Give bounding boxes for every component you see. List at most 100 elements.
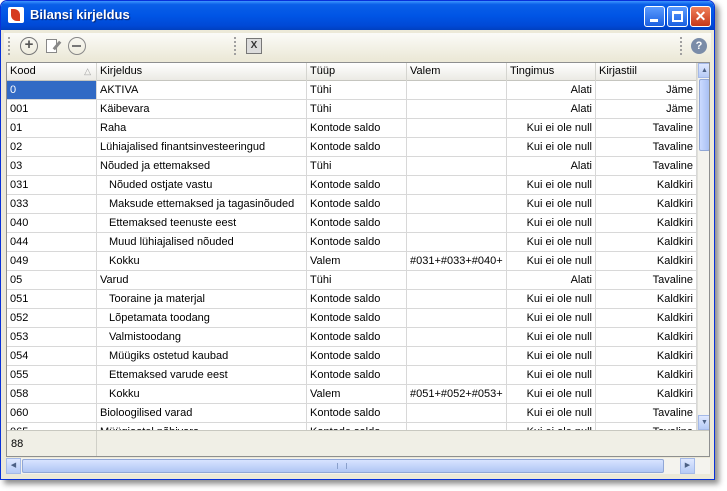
table-row[interactable]: 02 Lühiajalised finantsinvesteeringud Kont… [7, 138, 697, 157]
cell-kirjeldus[interactable]: Kokku [97, 385, 307, 404]
cell-kirjeldus[interactable]: Bioloogilised varad [97, 404, 307, 423]
cell-kood[interactable]: 01 [7, 119, 97, 138]
cell-tyyp[interactable]: Tühi [307, 100, 407, 119]
cell-tingimus[interactable]: Kui ei ole null [507, 195, 596, 214]
table-row[interactable]: 049 Kokku Valem #031+#033+#040+ Kui ei ole n… [7, 252, 697, 271]
maximize-button[interactable] [667, 6, 688, 27]
help-icon[interactable]: ? [691, 38, 707, 54]
cell-tyyp[interactable]: Kontode saldo [307, 404, 407, 423]
cell-kood[interactable]: 052 [7, 309, 97, 328]
cell-valem[interactable] [407, 81, 507, 100]
cell-tingimus[interactable]: Kui ei ole null [507, 385, 596, 404]
cell-tyyp[interactable]: Tühi [307, 157, 407, 176]
cell-kood[interactable]: 031 [7, 176, 97, 195]
table-row[interactable]: 01 Raha Kontode saldo Kui ei ole null Tavali… [7, 119, 697, 138]
cell-kirjeldus[interactable]: Lühiajalised finantsinvesteeringud [97, 138, 307, 157]
cell-tyyp[interactable]: Kontode saldo [307, 119, 407, 138]
toolbar-grip-2[interactable] [234, 37, 237, 55]
cell-valem[interactable]: #051+#052+#053+ [407, 385, 507, 404]
edit-icon[interactable] [44, 37, 62, 55]
cell-tingimus[interactable]: Kui ei ole null [507, 233, 596, 252]
cell-kood[interactable]: 049 [7, 252, 97, 271]
cell-valem[interactable] [407, 138, 507, 157]
cell-kood[interactable]: 001 [7, 100, 97, 119]
cell-kirjastiil[interactable]: Tavaline [596, 271, 697, 290]
cell-kirjastiil[interactable]: Kaldkiri [596, 385, 697, 404]
cell-kood[interactable]: 02 [7, 138, 97, 157]
cell-valem[interactable] [407, 100, 507, 119]
cell-kood[interactable]: 055 [7, 366, 97, 385]
column-header-kood[interactable]: Kood △ [7, 63, 97, 81]
cell-tyyp[interactable]: Kontode saldo [307, 309, 407, 328]
table-row[interactable]: 05 Varud Tühi Alati Tavaline [7, 271, 697, 290]
cell-kood[interactable]: 05 [7, 271, 97, 290]
cell-valem[interactable] [407, 271, 507, 290]
cell-kirjastiil[interactable]: Jäme [596, 100, 697, 119]
toolbar-grip-3[interactable] [680, 37, 683, 55]
cell-kood[interactable]: 040 [7, 214, 97, 233]
cell-tyyp[interactable]: Kontode saldo [307, 214, 407, 233]
cell-kood[interactable]: 054 [7, 347, 97, 366]
horizontal-scrollbar[interactable]: ◀ ▶ [6, 458, 710, 474]
cell-kirjastiil[interactable]: Tavaline [596, 423, 697, 430]
cell-kirjeldus[interactable]: Nõuded ostjate vastu [97, 176, 307, 195]
cell-kirjastiil[interactable]: Kaldkiri [596, 328, 697, 347]
cell-kirjeldus[interactable]: Müügiootel põhivara [97, 423, 307, 430]
title-bar[interactable]: Bilansi kirjeldus ✕ [1, 1, 714, 30]
cell-kirjeldus[interactable]: Ettemaksed teenuste eest [97, 214, 307, 233]
cell-tyyp[interactable]: Kontode saldo [307, 290, 407, 309]
cell-valem[interactable] [407, 347, 507, 366]
column-header-kirjastiil[interactable]: Kirjastiil [596, 63, 697, 81]
cell-kirjeldus[interactable]: Lõpetamata toodang [97, 309, 307, 328]
cell-tingimus[interactable]: Alati [507, 81, 596, 100]
cell-kood[interactable]: 044 [7, 233, 97, 252]
cell-kood[interactable]: 053 [7, 328, 97, 347]
vertical-scroll-thumb[interactable] [699, 79, 709, 151]
cell-kirjeldus[interactable]: Käibevara [97, 100, 307, 119]
cell-kirjastiil[interactable]: Jäme [596, 81, 697, 100]
close-button[interactable]: ✕ [690, 6, 711, 27]
cell-kirjeldus[interactable]: Varud [97, 271, 307, 290]
cell-tingimus[interactable]: Kui ei ole null [507, 328, 596, 347]
table-row[interactable]: 001 Käibevara Tühi Alati Jäme [7, 100, 697, 119]
table-row[interactable]: 053 Valmistoodang Kontode saldo Kui ei ole … [7, 328, 697, 347]
cell-tyyp[interactable]: Kontode saldo [307, 423, 407, 430]
table-row[interactable]: 03 Nõuded ja ettemaksed Tühi Alati Tavaline [7, 157, 697, 176]
cell-kirjastiil[interactable]: Kaldkiri [596, 195, 697, 214]
cell-kirjeldus[interactable]: Valmistoodang [97, 328, 307, 347]
cell-tingimus[interactable]: Alati [507, 271, 596, 290]
cell-kirjastiil[interactable]: Tavaline [596, 138, 697, 157]
table-row[interactable]: 051 Tooraine ja materjal Kontode saldo Kui … [7, 290, 697, 309]
cell-tyyp[interactable]: Kontode saldo [307, 233, 407, 252]
column-header-kirjeldus[interactable]: Kirjeldus [97, 63, 307, 81]
cell-valem[interactable] [407, 366, 507, 385]
cell-tyyp[interactable]: Kontode saldo [307, 366, 407, 385]
column-header-valem[interactable]: Valem [407, 63, 507, 81]
column-header-tyyp[interactable]: Tüüp [307, 63, 407, 81]
cell-kood[interactable]: 060 [7, 404, 97, 423]
cell-kirjastiil[interactable]: Kaldkiri [596, 366, 697, 385]
cell-tyyp[interactable]: Kontode saldo [307, 347, 407, 366]
cell-valem[interactable] [407, 423, 507, 430]
cell-tingimus[interactable]: Kui ei ole null [507, 138, 596, 157]
cell-tingimus[interactable]: Kui ei ole null [507, 119, 596, 138]
cell-kood[interactable]: 0 [7, 81, 97, 100]
cell-kirjastiil[interactable]: Kaldkiri [596, 290, 697, 309]
cell-valem[interactable] [407, 233, 507, 252]
cell-tingimus[interactable]: Alati [507, 100, 596, 119]
cell-tingimus[interactable]: Kui ei ole null [507, 290, 596, 309]
cell-valem[interactable] [407, 195, 507, 214]
cell-kirjeldus[interactable]: Raha [97, 119, 307, 138]
scroll-left-icon[interactable]: ◀ [6, 458, 21, 474]
cell-tingimus[interactable]: Kui ei ole null [507, 347, 596, 366]
column-header-tingimus[interactable]: Tingimus [507, 63, 596, 81]
cell-valem[interactable]: #031+#033+#040+ [407, 252, 507, 271]
table-row[interactable]: 0 AKTIVA Tühi Alati Jäme [7, 81, 697, 100]
scroll-right-icon[interactable]: ▶ [680, 458, 695, 474]
cell-tingimus[interactable]: Kui ei ole null [507, 252, 596, 271]
cell-tyyp[interactable]: Valem [307, 252, 407, 271]
table-row[interactable]: 060 Bioloogilised varad Kontode saldo Kui e… [7, 404, 697, 423]
cell-tyyp[interactable]: Tühi [307, 81, 407, 100]
scroll-down-icon[interactable]: ▼ [698, 415, 709, 430]
cell-kirjeldus[interactable]: Müügiks ostetud kaubad [97, 347, 307, 366]
